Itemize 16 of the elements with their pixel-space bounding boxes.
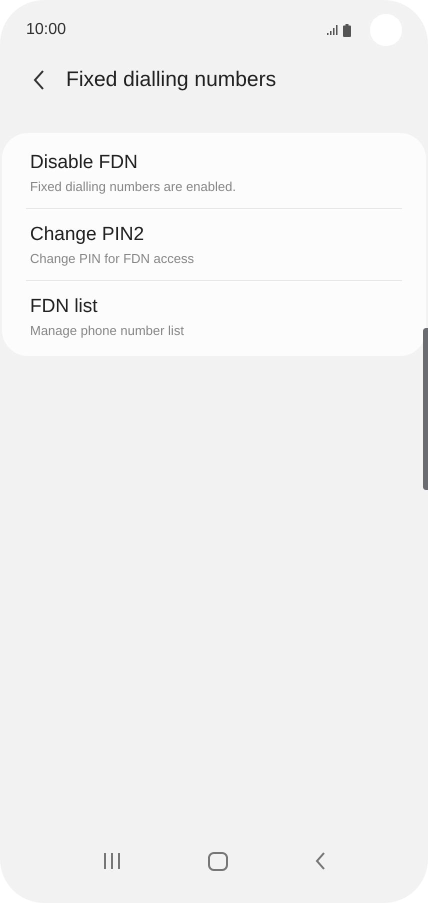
settings-item[interactable]: Change PIN2 Change PIN for FDN access — [2, 209, 426, 280]
back-icon[interactable] — [33, 70, 45, 90]
battery-icon — [343, 24, 351, 36]
item-title: Disable FDN — [30, 152, 139, 174]
item-title: FDN list — [30, 296, 99, 318]
status-time: 10:00 — [26, 21, 66, 39]
signal-icon — [327, 25, 338, 35]
settings-item[interactable]: Disable FDN Fixed dialling numbers are enabled. — [2, 137, 426, 208]
item-subtitle: Manage phone number list — [30, 323, 185, 338]
item-title: Change PIN2 — [30, 224, 146, 246]
item-subtitle: Fixed dialling numbers are enabled. — [30, 179, 237, 194]
page-title: Fixed dialling numbers — [66, 68, 276, 92]
recent-apps-icon[interactable] — [103, 853, 122, 869]
home-icon[interactable] — [208, 852, 228, 870]
settings-item[interactable]: FDN list Manage phone number list — [2, 281, 426, 352]
item-subtitle: Change PIN for FDN access — [30, 251, 196, 266]
